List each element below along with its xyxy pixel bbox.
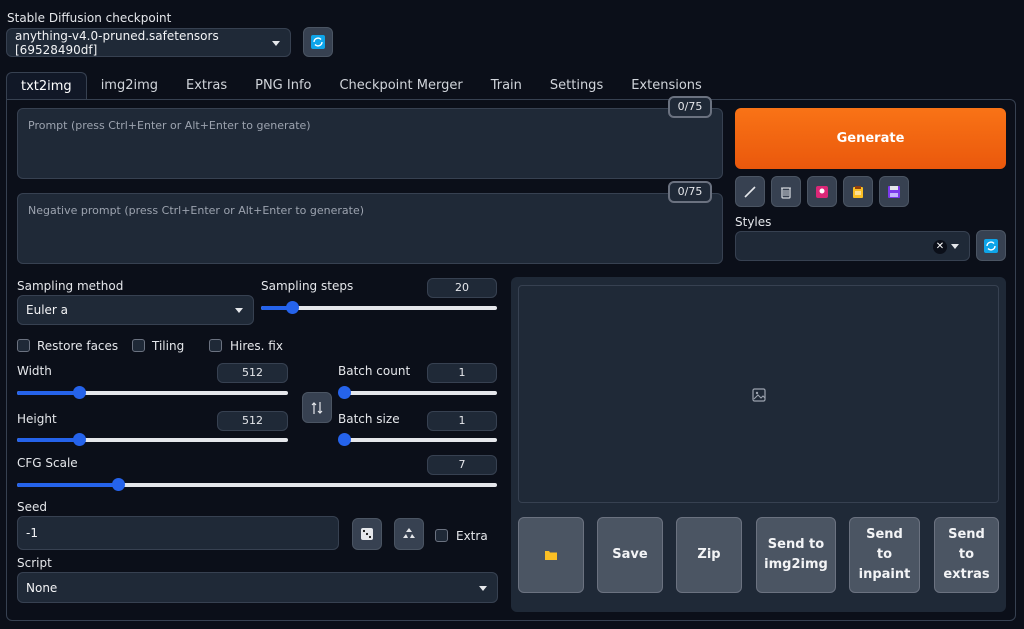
swap-arrows-icon <box>311 401 323 414</box>
styles-label: Styles <box>735 215 772 229</box>
batch-size-slider[interactable] <box>338 433 497 446</box>
clear-icon[interactable]: ✕ <box>933 240 947 254</box>
chevron-down-icon <box>479 585 487 591</box>
seed-value: -1 <box>26 526 38 540</box>
restore-faces-label: Restore faces <box>37 339 119 353</box>
cfg-scale-slider[interactable] <box>17 478 497 491</box>
dice-icon <box>361 528 373 540</box>
chevron-down-icon <box>951 244 959 249</box>
extra-seed-label: Extra <box>456 529 488 543</box>
width-label: Width <box>17 364 52 378</box>
width-input[interactable]: 512 <box>217 363 288 383</box>
sampling-steps-slider[interactable] <box>261 301 497 314</box>
output-gallery[interactable] <box>518 285 999 503</box>
hires-fix-label: Hires. fix <box>230 339 283 353</box>
negative-token-counter: 0/75 <box>668 181 712 203</box>
script-label: Script <box>17 556 52 570</box>
trash-icon <box>781 186 791 199</box>
arrow-diagonal-icon <box>744 185 756 198</box>
height-label: Height <box>17 412 57 426</box>
tab-txt2img[interactable]: txt2img <box>6 72 87 100</box>
batch-size-label: Batch size <box>338 412 400 426</box>
random-seed-button[interactable] <box>352 518 382 550</box>
batch-count-label: Batch count <box>338 364 411 378</box>
sampling-steps-label: Sampling steps <box>261 279 354 293</box>
card-icon <box>816 185 828 198</box>
prompt-token-counter: 0/75 <box>668 96 712 118</box>
cfg-scale-input[interactable]: 7 <box>427 455 497 475</box>
batch-size-input[interactable]: 1 <box>427 411 497 431</box>
chevron-down-icon <box>235 308 243 313</box>
send-to-extras-button[interactable]: Send to extras <box>934 517 999 593</box>
height-slider[interactable] <box>17 433 288 446</box>
restore-faces-checkbox[interactable] <box>17 339 30 352</box>
tab-extras[interactable]: Extras <box>172 72 241 100</box>
styles-select[interactable]: ✕ <box>735 231 970 261</box>
tab-img2img[interactable]: img2img <box>87 72 172 100</box>
refresh-icon <box>984 238 998 253</box>
height-input[interactable]: 512 <box>217 411 288 431</box>
sampling-method-label: Sampling method <box>17 279 124 293</box>
refresh-styles-button[interactable] <box>976 230 1006 261</box>
batch-count-slider[interactable] <box>338 386 497 399</box>
read-params-button[interactable] <box>735 176 765 207</box>
tiling-checkbox[interactable] <box>132 339 145 352</box>
clear-prompt-button[interactable] <box>771 176 801 207</box>
apply-style-button[interactable] <box>843 176 873 207</box>
main-tabs: txt2img img2img Extras PNG Info Checkpoi… <box>6 72 716 100</box>
sampling-steps-input[interactable]: 20 <box>427 278 497 298</box>
send-to-img2img-button[interactable]: Send to img2img <box>756 517 836 593</box>
tab-checkpoint-merger[interactable]: Checkpoint Merger <box>325 72 476 100</box>
sampling-method-select[interactable]: Euler a <box>17 295 254 325</box>
save-button[interactable]: Save <box>597 517 663 593</box>
hires-fix-checkbox[interactable] <box>209 339 222 352</box>
swap-dimensions-button[interactable] <box>302 392 332 423</box>
tab-settings[interactable]: Settings <box>536 72 617 100</box>
seed-label: Seed <box>17 500 47 514</box>
batch-count-input[interactable]: 1 <box>427 363 497 383</box>
negative-prompt-placeholder: Negative prompt (press Ctrl+Enter or Alt… <box>28 204 364 217</box>
cfg-scale-label: CFG Scale <box>17 456 78 470</box>
refresh-checkpoint-button[interactable] <box>303 27 333 57</box>
checkpoint-label: Stable Diffusion checkpoint <box>7 11 172 25</box>
recycle-icon <box>403 528 415 538</box>
seed-input[interactable]: -1 <box>17 516 339 550</box>
tiling-label: Tiling <box>152 339 185 353</box>
prompt-input[interactable]: Prompt (press Ctrl+Enter or Alt+Enter to… <box>17 108 723 179</box>
refresh-icon <box>311 35 325 49</box>
open-folder-button[interactable] <box>518 517 584 593</box>
width-slider[interactable] <box>17 386 288 399</box>
folder-icon <box>545 551 557 560</box>
tab-png-info[interactable]: PNG Info <box>241 72 325 100</box>
zip-button[interactable]: Zip <box>676 517 742 593</box>
chevron-down-icon <box>272 40 280 46</box>
reuse-seed-button[interactable] <box>394 518 424 550</box>
sampling-method-value: Euler a <box>26 303 69 317</box>
extra-networks-button[interactable] <box>807 176 837 207</box>
checkpoint-value: anything-v4.0-pruned.safetensors [695284… <box>15 28 219 57</box>
extra-seed-checkbox[interactable] <box>435 529 448 542</box>
tab-train[interactable]: Train <box>477 72 536 100</box>
checkpoint-select[interactable]: anything-v4.0-pruned.safetensors [695284… <box>6 28 291 57</box>
image-placeholder-icon <box>752 388 766 402</box>
clipboard-icon <box>853 185 863 198</box>
send-to-inpaint-button[interactable]: Send to inpaint <box>849 517 920 593</box>
save-style-button[interactable] <box>879 176 909 207</box>
floppy-disk-icon <box>888 185 900 198</box>
prompt-placeholder: Prompt (press Ctrl+Enter or Alt+Enter to… <box>28 119 311 132</box>
script-select[interactable]: None <box>17 572 498 603</box>
generate-button[interactable]: Generate <box>735 108 1006 169</box>
negative-prompt-input[interactable]: Negative prompt (press Ctrl+Enter or Alt… <box>17 193 723 264</box>
script-value: None <box>26 580 58 595</box>
